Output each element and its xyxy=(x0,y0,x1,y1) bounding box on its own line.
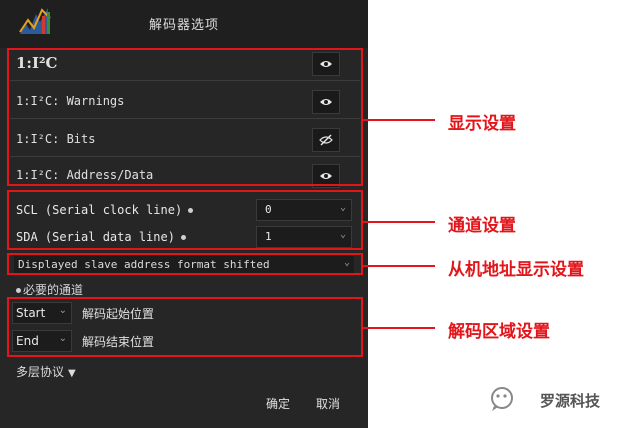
address-format-highlight xyxy=(7,253,363,275)
range-settings-highlight xyxy=(7,297,363,357)
arrow-line xyxy=(363,221,435,223)
display-settings-highlight xyxy=(7,48,363,186)
required-dot-icon xyxy=(16,288,21,293)
protocol-stack-menu[interactable]: 多层协议 ▼ xyxy=(16,363,76,380)
arrow-line xyxy=(363,327,435,329)
annotation-channel-settings: 通道设置 xyxy=(448,216,516,236)
annotation-display-settings: 显示设置 xyxy=(448,114,516,134)
arrow-line xyxy=(363,119,435,121)
caret-down-icon: ▼ xyxy=(68,368,76,379)
required-channels-note: 必要的通道 xyxy=(16,281,83,298)
cancel-button[interactable]: 取消 xyxy=(316,393,340,413)
watermark-text: 罗源科技 xyxy=(540,392,601,410)
dialog-title: 解码器选项 xyxy=(148,18,219,33)
wechat-logo-icon xyxy=(491,387,513,411)
channel-settings-highlight xyxy=(7,190,363,250)
annotation-slave-address: 从机地址显示设置 xyxy=(448,260,584,280)
arrow-line xyxy=(363,265,435,267)
title-bar: 解码器选项 xyxy=(0,0,368,48)
annotation-range-settings: 解码区域设置 xyxy=(448,322,550,342)
ok-button[interactable]: 确定 xyxy=(266,393,290,413)
